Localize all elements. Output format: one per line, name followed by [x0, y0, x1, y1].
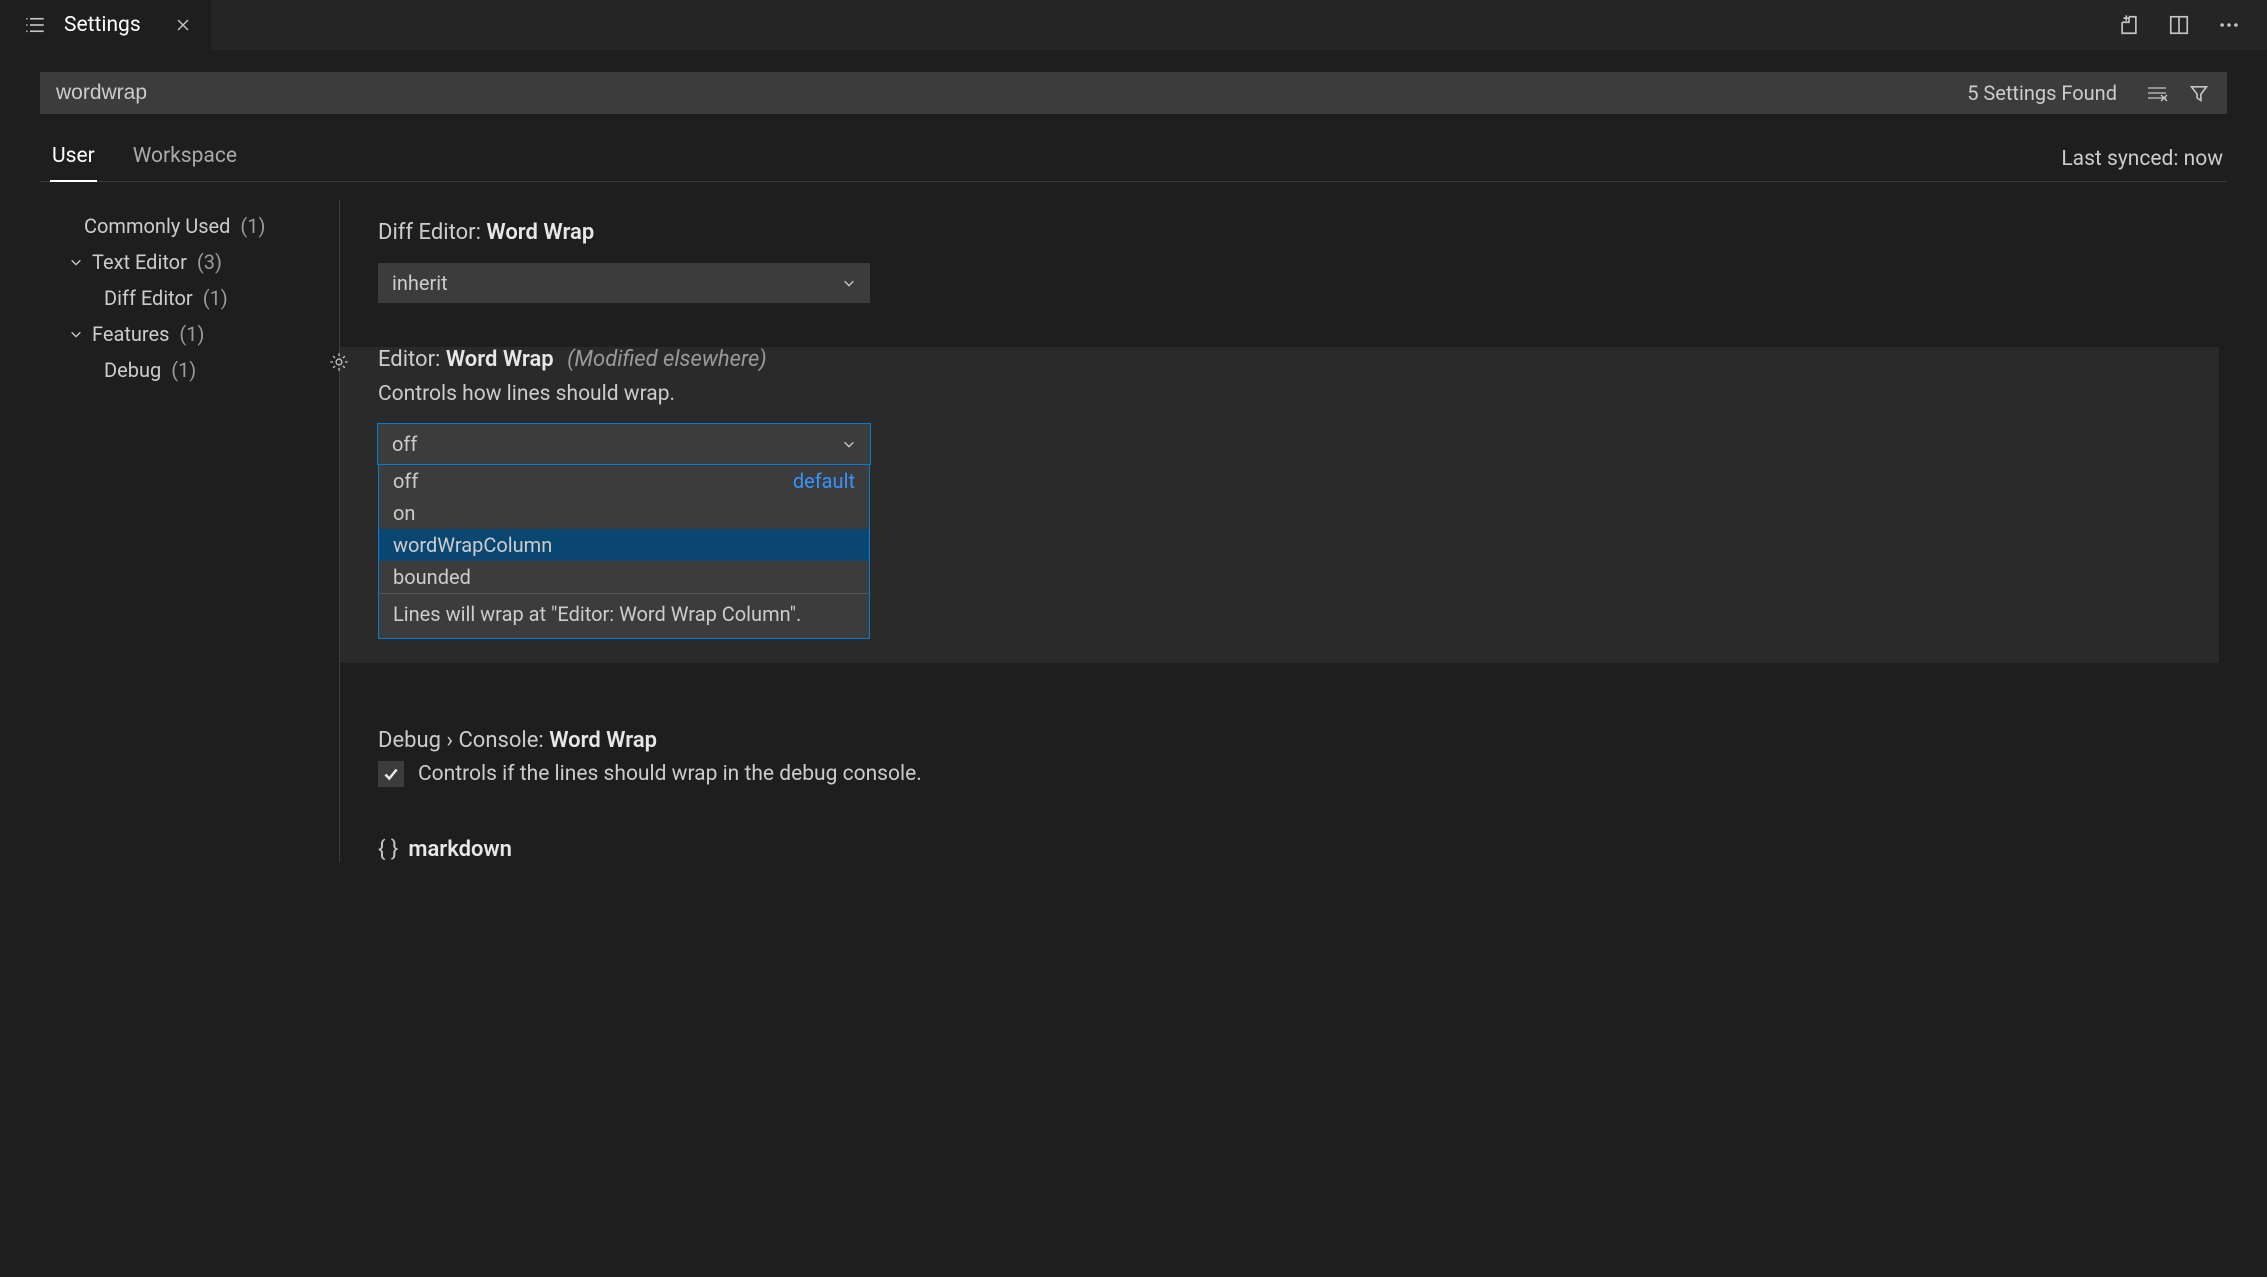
tab-label: Settings	[64, 13, 141, 37]
chevron-down-icon	[842, 437, 856, 451]
chevron-down-icon	[68, 255, 84, 269]
settings-search-row: 5 Settings Found	[40, 72, 2227, 114]
settings-found-count: 5 Settings Found	[1957, 77, 2127, 109]
dropdown-option-on[interactable]: on	[379, 497, 869, 529]
extension-label: markdown	[408, 837, 512, 862]
toc-label: Text Editor	[92, 250, 187, 274]
setting-diff-editor-word-wrap: Diff Editor: Word Wrap inherit	[378, 220, 2219, 303]
toc-label: Diff Editor	[104, 286, 193, 310]
setting-modified-hint: (Modified elsewhere)	[567, 347, 767, 372]
dropdown-option-wordwrapcolumn[interactable]: wordWrapColumn	[379, 529, 869, 561]
setting-description: Controls if the lines should wrap in the…	[418, 762, 922, 786]
toc-label: Debug	[104, 358, 161, 382]
setting-title: Editor: Word Wrap (Modified elsewhere)	[378, 347, 2219, 372]
gear-icon[interactable]	[326, 349, 352, 375]
dropdown-option-bounded[interactable]: bounded	[379, 561, 869, 593]
search-input-wrap[interactable]: 5 Settings Found	[40, 72, 2227, 114]
option-label: on	[393, 501, 415, 525]
setting-prefix: Debug › Console:	[378, 728, 549, 753]
toc-diff-editor[interactable]: Diff Editor (1)	[40, 280, 333, 316]
sync-status[interactable]: Last synced: now	[2061, 147, 2227, 181]
setting-title: Diff Editor: Word Wrap	[378, 220, 2219, 245]
select-editor-word-wrap[interactable]: off	[378, 424, 870, 464]
setting-debug-console-word-wrap: Debug › Console: Word Wrap Controls if t…	[378, 728, 2219, 787]
scope-tab-workspace[interactable]: Workspace	[131, 144, 239, 181]
braces-icon: { }	[378, 837, 398, 862]
chevron-down-icon	[68, 327, 84, 341]
setting-title: Debug › Console: Word Wrap	[378, 728, 2219, 753]
split-editor-icon[interactable]	[2167, 13, 2191, 37]
settings-list-icon	[24, 14, 46, 36]
setting-editor-word-wrap: Editor: Word Wrap (Modified elsewhere) C…	[378, 347, 2219, 639]
extension-header-markdown: { } markdown	[378, 837, 2219, 862]
toc-count: (3)	[197, 250, 222, 274]
close-icon[interactable]	[173, 17, 193, 33]
settings-list: Diff Editor: Word Wrap inherit	[340, 200, 2227, 862]
more-actions-icon[interactable]	[2217, 13, 2241, 37]
select-diff-editor-word-wrap[interactable]: inherit	[378, 263, 870, 303]
toc-commonly-used[interactable]: Commonly Used (1)	[40, 208, 333, 244]
setting-name: Word Wrap	[446, 347, 554, 372]
toc-features[interactable]: Features (1)	[40, 316, 333, 352]
select-value: inherit	[392, 271, 448, 295]
clear-search-icon[interactable]	[2145, 81, 2169, 105]
toc-count: (1)	[203, 286, 228, 310]
open-changes-icon[interactable]	[2117, 13, 2141, 37]
search-input[interactable]	[56, 81, 1945, 105]
checkbox-debug-console-word-wrap[interactable]	[378, 761, 404, 787]
toc-debug[interactable]: Debug (1)	[40, 352, 333, 388]
setting-name: Word Wrap	[549, 728, 657, 753]
dropdown-option-off[interactable]: off default	[379, 465, 869, 497]
toc-text-editor[interactable]: Text Editor (3)	[40, 244, 333, 280]
chevron-down-icon	[842, 276, 856, 290]
toc-count: (1)	[240, 214, 265, 238]
setting-description: Controls how lines should wrap.	[378, 382, 2219, 406]
toc-count: (1)	[179, 322, 204, 346]
scope-row: User Workspace Last synced: now	[40, 144, 2227, 182]
option-default-badge: default	[793, 469, 855, 493]
editor-tab-bar: Settings	[0, 0, 2267, 50]
option-label: wordWrapColumn	[393, 533, 552, 557]
tab-settings[interactable]: Settings	[0, 0, 212, 50]
dropdown-editor-word-wrap: off default on wordWrapColumn bounded Li…	[378, 464, 870, 639]
setting-name: Word Wrap	[486, 220, 594, 245]
option-label: off	[393, 469, 418, 493]
option-label: bounded	[393, 565, 471, 589]
setting-prefix: Editor:	[378, 347, 446, 372]
settings-toc: Commonly Used (1) Text Editor (3) Diff E…	[40, 200, 340, 862]
toc-count: (1)	[171, 358, 196, 382]
toc-label: Commonly Used	[84, 214, 230, 238]
dropdown-option-hint: Lines will wrap at "Editor: Word Wrap Co…	[379, 593, 869, 638]
filter-icon[interactable]	[2187, 81, 2211, 105]
scope-tab-user[interactable]: User	[50, 144, 97, 182]
setting-prefix: Diff Editor:	[378, 220, 486, 245]
toc-label: Features	[92, 322, 169, 346]
select-value: off	[392, 432, 417, 456]
